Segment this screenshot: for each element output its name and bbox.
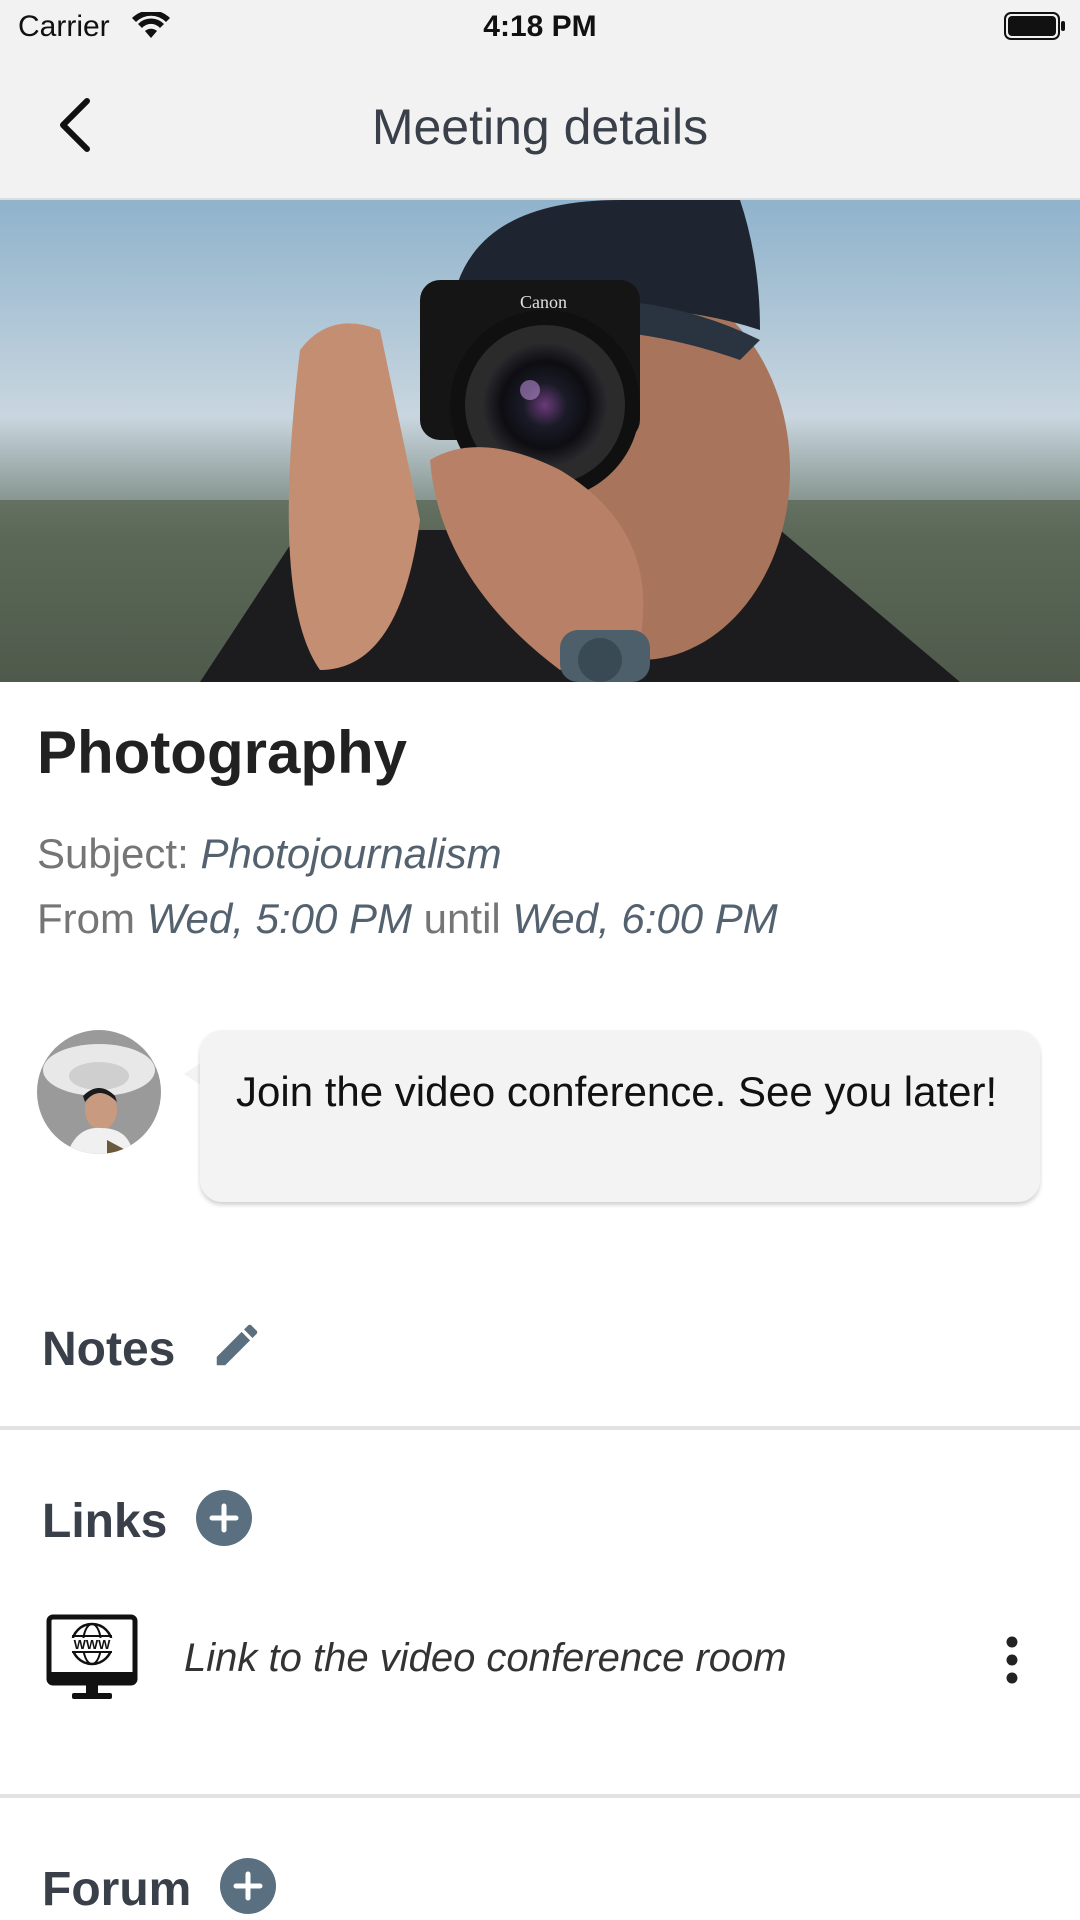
more-options-icon[interactable] [990, 1630, 1034, 1690]
start-time: Wed, 5:00 PM [146, 895, 413, 942]
divider [0, 1426, 1080, 1430]
end-time: Wed, 6:00 PM [512, 895, 778, 942]
navigation-bar: Meeting details [0, 60, 1080, 200]
meeting-time: From Wed, 5:00 PM until Wed, 6:00 PM [37, 895, 778, 943]
links-heading: Links [42, 1495, 168, 1548]
message-bubble: Join the video conference. See you later… [200, 1030, 1040, 1202]
divider [0, 1794, 1080, 1798]
forum-heading: Forum [42, 1863, 192, 1916]
status-time: 4:18 PM [483, 10, 597, 43]
plus-icon [209, 1503, 239, 1533]
svg-text:Canon: Canon [520, 292, 567, 312]
meeting-cover-image: Canon [0, 200, 1080, 682]
plus-icon [233, 1871, 263, 1901]
link-item[interactable]: WWW Link to the video conference room [0, 1600, 1080, 1720]
until-label: until [412, 895, 513, 942]
avatar [37, 1030, 161, 1154]
meeting-subject: Subject: Photojournalism [37, 830, 502, 878]
link-label: Link to the video conference room [184, 1636, 787, 1680]
meeting-title: Photography [37, 719, 407, 786]
subject-value: Photojournalism [200, 830, 502, 877]
page-title: Meeting details [371, 99, 709, 155]
www-monitor-icon: WWW [46, 1614, 138, 1699]
notes-heading: Notes [42, 1323, 176, 1376]
edit-pencil-icon[interactable] [210, 1318, 264, 1372]
subject-label: Subject: [37, 830, 201, 877]
svg-text:WWW: WWW [74, 1637, 112, 1652]
add-forum-button[interactable] [220, 1858, 276, 1914]
from-label: From [37, 895, 147, 942]
add-link-button[interactable] [196, 1490, 252, 1546]
battery-icon [1004, 12, 1065, 40]
status-bar: Carrier 4:18 PM [0, 0, 1080, 60]
